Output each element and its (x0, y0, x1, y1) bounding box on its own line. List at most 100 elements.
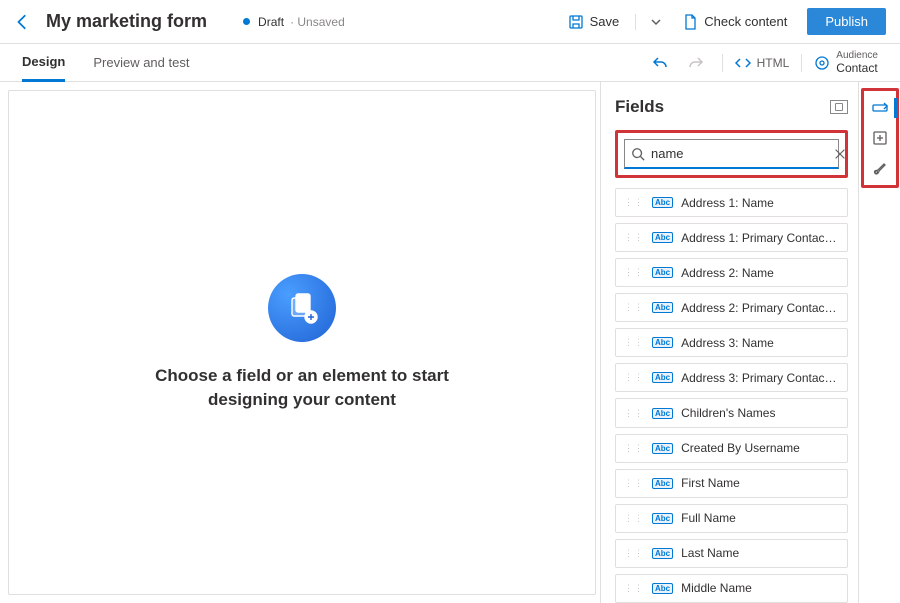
side-rail (858, 82, 900, 603)
design-canvas[interactable]: Choose a field or an element to start de… (8, 90, 596, 595)
field-item[interactable]: ⋮⋮ Abc Middle Name (615, 574, 848, 603)
drag-handle-icon: ⋮⋮ (624, 372, 644, 383)
field-label: First Name (681, 476, 740, 490)
text-field-icon: Abc (652, 443, 673, 454)
fields-panel: Fields ⋮⋮ Abc Address 1: Name ⋮⋮ Abc Address … (600, 82, 858, 603)
save-label: Save (590, 14, 620, 29)
field-item[interactable]: ⋮⋮ Abc Children's Names (615, 398, 848, 427)
clear-icon[interactable] (833, 147, 847, 161)
html-label: HTML (757, 56, 790, 70)
drag-handle-icon: ⋮⋮ (624, 232, 644, 243)
panel-title: Fields (615, 97, 664, 117)
html-toggle[interactable]: HTML (735, 55, 790, 71)
text-field-icon: Abc (652, 583, 673, 594)
search-input[interactable] (645, 146, 833, 161)
field-label: Address 2: Primary Contact Name (681, 301, 839, 315)
tab-preview[interactable]: Preview and test (93, 45, 189, 80)
drag-handle-icon: ⋮⋮ (624, 197, 644, 208)
form-field-icon (872, 100, 888, 116)
field-item[interactable]: ⋮⋮AbcLast Name (615, 539, 848, 568)
field-item[interactable]: ⋮⋮ Abc Address 1: Name (615, 188, 848, 217)
field-item[interactable]: ⋮⋮ Abc Address 1: Primary Contact Name (615, 223, 848, 252)
drag-handle-icon: ⋮⋮ (624, 513, 644, 524)
field-item[interactable]: ⋮⋮ Abc Full Name (615, 504, 848, 533)
chevron-down-icon (648, 14, 664, 30)
audience-text: Audience Contact (836, 50, 878, 75)
field-list: ⋮⋮ Abc Address 1: Name ⋮⋮ Abc Address 1: Prim… (615, 188, 848, 603)
save-menu-button[interactable] (644, 9, 668, 35)
status-label: Draft (258, 15, 284, 29)
drag-handle-icon: ⋮⋮ (624, 408, 644, 419)
separator-icon (635, 14, 636, 30)
field-item[interactable]: ⋮⋮ Abc Created By Username (615, 434, 848, 463)
text-field-icon: Abc (652, 302, 673, 313)
rail-elements-button[interactable] (866, 124, 894, 152)
audience-chip[interactable]: Audience Contact (814, 50, 878, 75)
field-label: Address 1: Primary Contact Name (681, 231, 839, 245)
undo-icon (652, 55, 668, 71)
text-field-icon: Abc (652, 337, 673, 348)
status-chip: Draft · Unsaved (243, 15, 345, 29)
field-label: Full Name (681, 511, 736, 525)
text-field-icon: Abc (652, 197, 673, 208)
text-field-icon: Abc (652, 232, 673, 243)
tab-bar: Design Preview and test HTML Audience Co… (0, 44, 900, 82)
text-field-icon: Abc (652, 513, 673, 524)
publish-button[interactable]: Publish (807, 8, 886, 35)
save-button[interactable]: Save (560, 9, 628, 35)
field-item[interactable]: ⋮⋮ Abc Address 2: Primary Contact Name (615, 293, 848, 322)
drag-handle-icon: ⋮⋮ (624, 443, 644, 454)
field-label: Address 1: Name (681, 196, 774, 210)
redo-icon (688, 55, 704, 71)
rail-settings-button[interactable] (866, 154, 894, 182)
field-label: Middle Name (681, 581, 752, 595)
rail-fields-button[interactable] (866, 94, 894, 122)
audience-label: Audience (836, 50, 878, 61)
brush-icon (872, 160, 888, 176)
text-field-icon: Abc (652, 408, 673, 419)
redo-button[interactable] (682, 49, 710, 77)
status-substate: · Unsaved (290, 15, 345, 29)
drag-handle-icon: ⋮⋮ (624, 583, 644, 594)
drag-handle-icon: ⋮⋮ (624, 337, 644, 348)
field-item[interactable]: ⋮⋮ Abc Address 3: Name (615, 328, 848, 357)
tab-tools: HTML Audience Contact (646, 49, 878, 77)
back-icon[interactable] (14, 13, 32, 31)
field-item[interactable]: ⋮⋮ Abc Address 2: Name (615, 258, 848, 287)
document-icon (682, 14, 698, 30)
canvas-area: Choose a field or an element to start de… (0, 82, 600, 603)
check-content-button[interactable]: Check content (674, 9, 795, 35)
page-title: My marketing form (46, 11, 207, 32)
divider-icon (801, 54, 802, 72)
undo-button[interactable] (646, 49, 674, 77)
check-content-label: Check content (704, 14, 787, 29)
empty-state-icon (268, 274, 336, 342)
search-icon (631, 147, 645, 161)
save-icon (568, 14, 584, 30)
title-bar: My marketing form Draft · Unsaved Save C… (0, 0, 900, 44)
status-dot-icon (243, 18, 250, 25)
code-icon (735, 55, 751, 71)
plus-square-icon (872, 130, 888, 146)
search-field[interactable] (624, 139, 839, 169)
drag-handle-icon: ⋮⋮ (624, 267, 644, 278)
field-label: Children's Names (681, 406, 775, 420)
target-icon (814, 55, 830, 71)
field-item[interactable]: ⋮⋮ Abc Address 3: Primary Contact Name (615, 363, 848, 392)
field-label: Created By Username (681, 441, 800, 455)
field-label: Address 2: Name (681, 266, 774, 280)
header-actions: Save Check content Publish (560, 8, 886, 35)
field-label: Address 3: Name (681, 336, 774, 350)
text-field-icon: Abc (652, 372, 673, 383)
drag-handle-icon: ⋮⋮ (624, 302, 644, 313)
tab-design[interactable]: Design (22, 44, 65, 82)
divider-icon (722, 54, 723, 72)
field-label: Address 3: Primary Contact Name (681, 371, 839, 385)
text-field-icon: Abc (652, 267, 673, 278)
text-field-icon: Abc (652, 548, 673, 559)
workspace: Choose a field or an element to start de… (0, 82, 900, 603)
field-item[interactable]: ⋮⋮AbcFirst Name (615, 469, 848, 498)
panel-layout-icon[interactable] (830, 100, 848, 114)
text-field-icon: Abc (652, 478, 673, 489)
panel-header: Fields (615, 92, 848, 122)
